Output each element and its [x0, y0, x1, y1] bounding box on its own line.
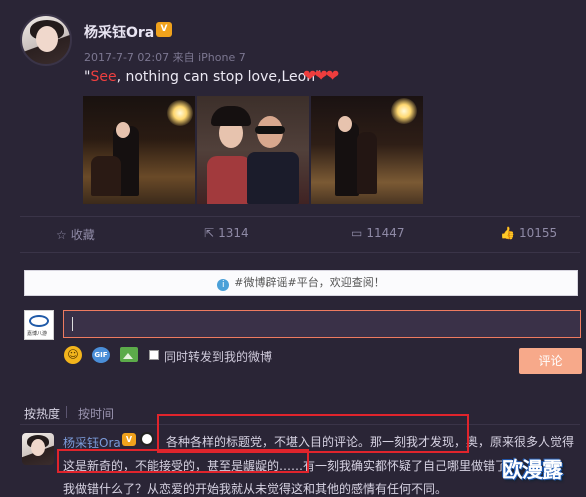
content-text: , nothing can stop love,Leon" — [116, 69, 322, 85]
commenter-avatar[interactable] — [22, 433, 54, 465]
brand-logo-icon — [29, 315, 49, 327]
also-repost-checkbox[interactable] — [149, 350, 159, 360]
divider — [20, 252, 580, 253]
comment-count: 11447 — [366, 226, 405, 240]
like-button[interactable]: 👍 10155 — [500, 226, 557, 240]
info-icon: i — [217, 279, 230, 291]
vip-badge-icon: V — [122, 433, 136, 446]
panda-icon — [140, 432, 154, 446]
also-repost-label: 同时转发到我的微博 — [164, 350, 273, 364]
repost-icon: ⇱ — [204, 226, 215, 240]
author-name[interactable]: 杨采钰Ora — [84, 22, 154, 42]
highlight-box — [157, 414, 469, 453]
favorite-button[interactable]: ☆ 收藏 — [56, 226, 95, 243]
sort-by-hot-tab[interactable]: 按热度 — [24, 405, 60, 422]
rumor-notice[interactable]: i #微博辟谣#平台，欢迎查阅！ — [24, 270, 578, 296]
thumbs-up-icon: 👍 — [500, 226, 515, 240]
divider — [20, 216, 580, 217]
author-avatar[interactable] — [20, 14, 72, 66]
highlight-box — [57, 449, 309, 473]
image-icon[interactable] — [120, 347, 138, 362]
post-photo-2[interactable] — [197, 96, 309, 204]
weibo-post: 杨采钰Ora V 2017-7-7 02:07 来自 iPhone 7 "See… — [0, 0, 586, 496]
watermark: 欧漫露 — [502, 458, 563, 482]
post-photo-1[interactable] — [83, 96, 195, 204]
favorite-label: 收藏 — [70, 228, 95, 242]
like-count: 10155 — [518, 226, 558, 240]
current-user-avatar: 嘉博八游 — [24, 310, 54, 340]
repost-button[interactable]: ⇱ 1314 — [204, 226, 249, 240]
comment-text-line-3: 我做错什么了？从恋爱的开始我就从未觉得这和其他的感情有任何不同。 — [63, 482, 448, 496]
repost-count: 1314 — [218, 226, 249, 240]
comment-icon: ▭ — [351, 226, 363, 240]
post-content: "See, nothing can stop love,Leon" — [84, 69, 322, 85]
vip-badge-icon: V — [156, 22, 172, 37]
text-caret — [72, 317, 73, 331]
star-icon: ☆ — [56, 228, 67, 242]
notice-text: #微博辟谣#平台，欢迎查阅！ — [234, 276, 385, 289]
logo-caption: 嘉博八游 — [27, 331, 48, 337]
tab-separator — [66, 406, 67, 418]
emoji-icon[interactable]: ☺ — [64, 346, 82, 364]
post-photo-3[interactable] — [311, 96, 423, 204]
sort-by-time-tab[interactable]: 按时间 — [78, 405, 114, 422]
submit-comment-button[interactable]: 评论 — [519, 348, 582, 374]
comment-button[interactable]: ▭ 11447 — [351, 226, 405, 240]
comment-input[interactable] — [63, 310, 581, 338]
hearts-icon: ❤❤❤ — [303, 66, 339, 85]
content-highlight: See — [90, 69, 117, 85]
post-meta: 2017-7-7 02:07 来自 iPhone 7 — [84, 51, 246, 64]
gif-icon[interactable]: GIF — [92, 347, 110, 363]
